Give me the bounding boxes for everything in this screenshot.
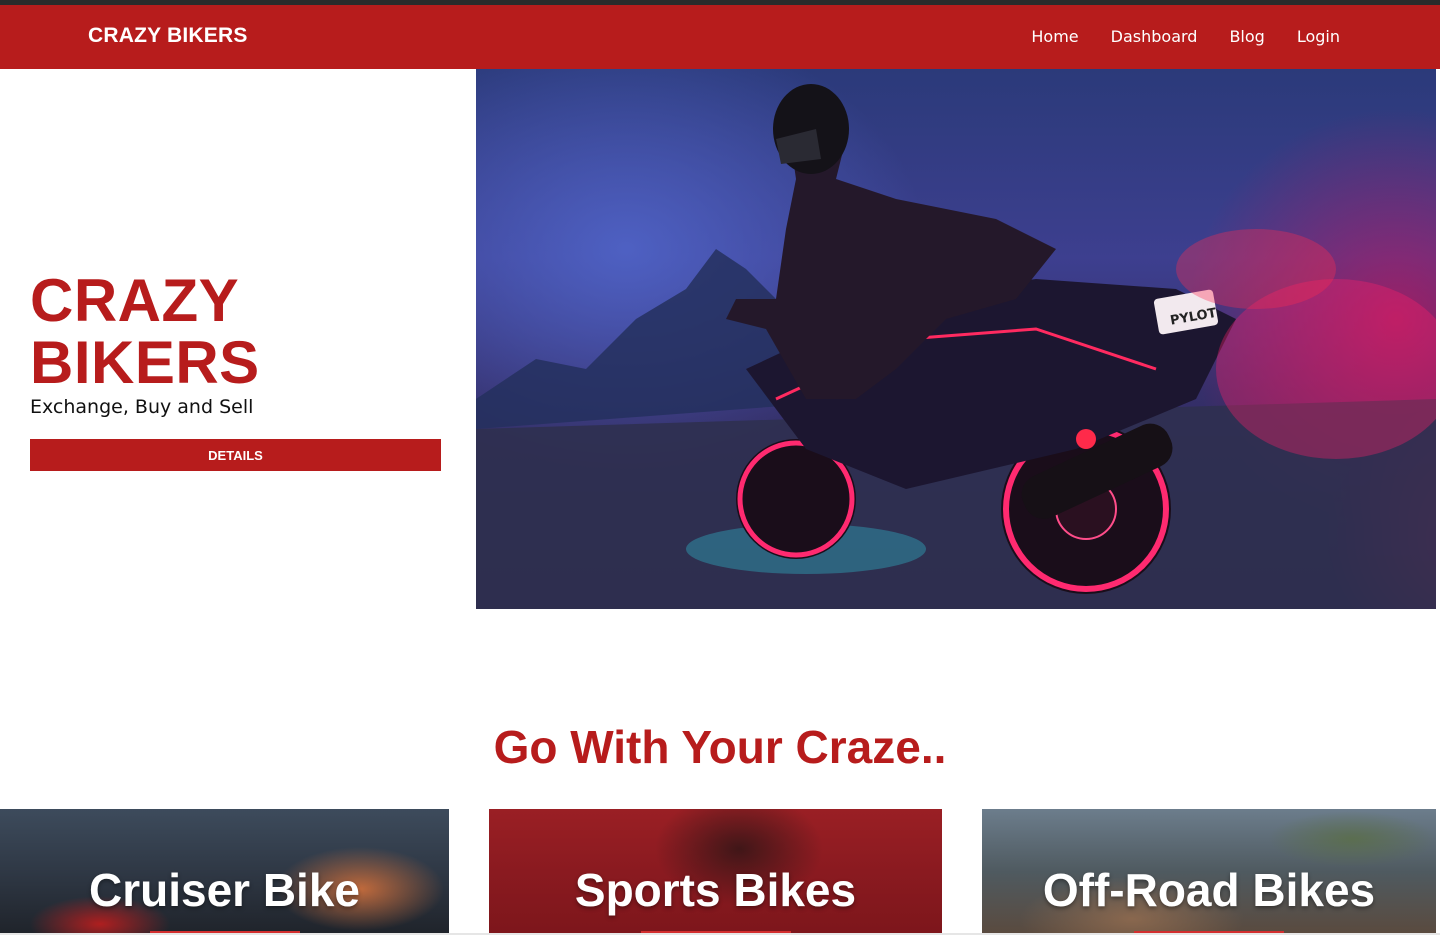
nav-link-login[interactable]: Login — [1297, 27, 1340, 46]
section-title: Go With Your Craze.. — [493, 721, 947, 773]
brand-logo[interactable]: CRAZY BIKERS — [88, 24, 248, 48]
nav-link-home[interactable]: Home — [1031, 27, 1078, 46]
nav-links: Home Dashboard Blog Login — [999, 27, 1340, 46]
card-label-offroad: Off-Road Bikes — [1042, 864, 1376, 916]
nav-link-dashboard[interactable]: Dashboard — [1111, 27, 1198, 46]
hero-illustration: PYLOT — [476, 84, 1436, 609]
navbar: CRAZY BIKERS Home Dashboard Blog Login — [0, 5, 1440, 69]
hero-motorcycle-image: PYLOT — [476, 69, 1436, 609]
card-offroad-bikes[interactable]: Off-Road Bikes — [982, 809, 1436, 935]
hero-text: CRAZY BIKERS Exchange, Buy and Sell DETA… — [30, 270, 442, 471]
nav-link-blog[interactable]: Blog — [1229, 27, 1264, 46]
card-cruiser-bike[interactable]: Cruiser Bike — [0, 809, 449, 935]
details-button[interactable]: DETAILS — [30, 439, 441, 471]
card-sports-bikes[interactable]: Sports Bikes — [489, 809, 942, 935]
card-label-sports: Sports Bikes — [574, 864, 857, 916]
hero-subtitle: Exchange, Buy and Sell — [30, 396, 254, 418]
card-label-cruiser: Cruiser Bike — [88, 864, 360, 916]
hero-title: CRAZY BIKERS — [30, 267, 260, 396]
